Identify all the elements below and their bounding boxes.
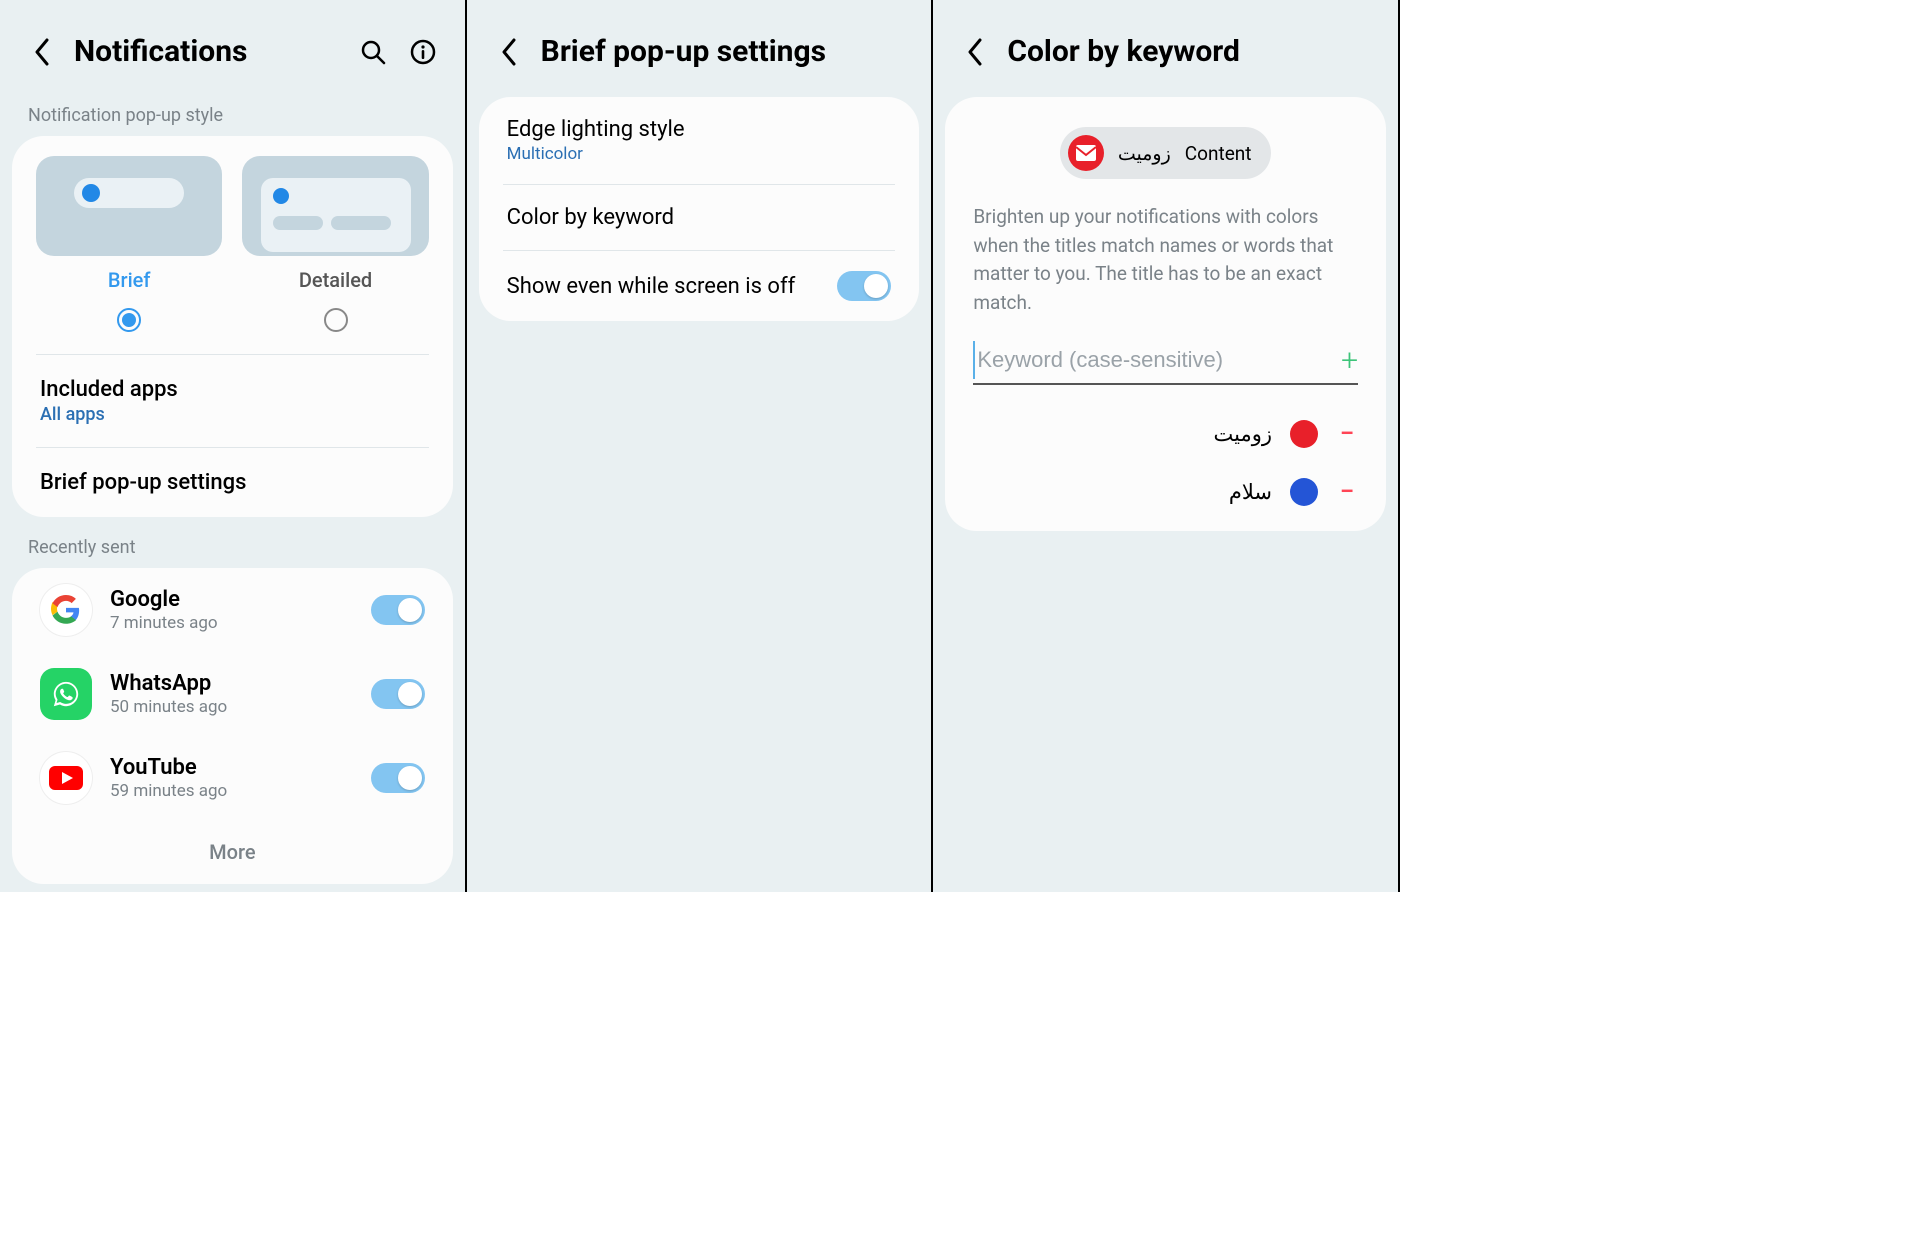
settings-card: Edge lighting style Multicolor Color by … xyxy=(479,97,920,321)
more-button[interactable]: More xyxy=(12,820,453,884)
page-title: Color by keyword xyxy=(1007,34,1370,69)
screen-color-by-keyword: Color by keyword زومیت Content Brighten … xyxy=(933,0,1400,892)
row-edge-lighting[interactable]: Edge lighting style Multicolor xyxy=(479,97,920,184)
app-row-whatsapp[interactable]: WhatsApp 50 minutes ago xyxy=(12,652,453,736)
style-preview-brief xyxy=(36,156,222,256)
mail-icon xyxy=(1068,135,1104,171)
style-option-brief[interactable]: Brief xyxy=(36,156,222,346)
brief-popup-label: Brief pop-up settings xyxy=(40,470,246,495)
show-screen-off-label: Show even while screen is off xyxy=(507,274,796,299)
google-icon xyxy=(40,584,92,636)
included-apps-sub: All apps xyxy=(40,404,178,425)
header: Brief pop-up settings xyxy=(467,0,932,97)
screen-notifications: Notifications Notification pop-up style … xyxy=(0,0,467,892)
app-name: Google xyxy=(110,587,353,612)
row-brief-popup-settings[interactable]: Brief pop-up settings xyxy=(12,448,453,517)
row-included-apps[interactable]: Included apps All apps xyxy=(12,355,453,447)
keyword-text: زومیت xyxy=(1214,422,1273,447)
app-time: 50 minutes ago xyxy=(110,697,353,717)
keyword-color-dot[interactable] xyxy=(1290,478,1318,506)
chip-text-a: زومیت xyxy=(1118,142,1171,165)
header: Notifications xyxy=(0,0,465,97)
remove-keyword-icon[interactable]: − xyxy=(1336,419,1358,449)
keyword-color-dot[interactable] xyxy=(1290,420,1318,448)
keyword-input-row: + xyxy=(945,341,1386,393)
style-label-brief: Brief xyxy=(108,268,151,292)
remove-keyword-icon[interactable]: − xyxy=(1336,477,1358,507)
back-icon[interactable] xyxy=(961,38,989,66)
app-time: 59 minutes ago xyxy=(110,781,353,801)
edge-lighting-label: Edge lighting style xyxy=(507,117,685,142)
app-name: YouTube xyxy=(110,755,353,780)
header: Color by keyword xyxy=(933,0,1398,97)
toggle-google[interactable] xyxy=(371,595,425,625)
description-text: Brighten up your notifications with colo… xyxy=(945,203,1386,341)
style-label-detailed: Detailed xyxy=(299,268,372,292)
style-preview-detailed xyxy=(242,156,428,256)
style-card: Brief Detailed Included apps All apps Br… xyxy=(12,136,453,517)
app-row-youtube[interactable]: YouTube 59 minutes ago xyxy=(12,736,453,820)
radio-brief[interactable] xyxy=(117,308,141,332)
back-icon[interactable] xyxy=(495,38,523,66)
section-label-recent: Recently sent xyxy=(0,529,465,568)
keyword-item: سلام − xyxy=(945,463,1386,521)
screen-brief-popup-settings: Brief pop-up settings Edge lighting styl… xyxy=(467,0,934,892)
app-name: WhatsApp xyxy=(110,671,353,696)
add-keyword-icon[interactable]: + xyxy=(1341,343,1358,378)
radio-detailed[interactable] xyxy=(324,308,348,332)
keyword-input[interactable] xyxy=(973,341,1341,379)
search-icon[interactable] xyxy=(359,38,387,66)
toggle-whatsapp[interactable] xyxy=(371,679,425,709)
page-title: Brief pop-up settings xyxy=(541,34,904,69)
app-row-google[interactable]: Google 7 minutes ago xyxy=(12,568,453,652)
keyword-text: سلام xyxy=(1229,480,1272,505)
color-by-keyword-label: Color by keyword xyxy=(507,205,674,230)
toggle-youtube[interactable] xyxy=(371,763,425,793)
included-apps-label: Included apps xyxy=(40,377,178,402)
info-icon[interactable] xyxy=(409,38,437,66)
youtube-icon xyxy=(40,752,92,804)
whatsapp-icon xyxy=(40,668,92,720)
page-title: Notifications xyxy=(74,34,341,69)
app-time: 7 minutes ago xyxy=(110,613,353,633)
toggle-show-screen-off[interactable] xyxy=(837,271,891,301)
back-icon[interactable] xyxy=(28,38,56,66)
row-show-screen-off[interactable]: Show even while screen is off xyxy=(479,251,920,321)
keyword-card: زومیت Content Brighten up your notificat… xyxy=(945,97,1386,531)
keyword-item: زومیت − xyxy=(945,405,1386,463)
section-label-style: Notification pop-up style xyxy=(0,97,465,136)
app-chip[interactable]: زومیت Content xyxy=(1060,127,1272,179)
chip-text-b: Content xyxy=(1185,142,1252,165)
recent-card: Google 7 minutes ago WhatsApp 50 minutes… xyxy=(12,568,453,884)
row-color-by-keyword[interactable]: Color by keyword xyxy=(479,185,920,250)
edge-lighting-sub: Multicolor xyxy=(507,144,685,164)
style-option-detailed[interactable]: Detailed xyxy=(242,156,428,346)
